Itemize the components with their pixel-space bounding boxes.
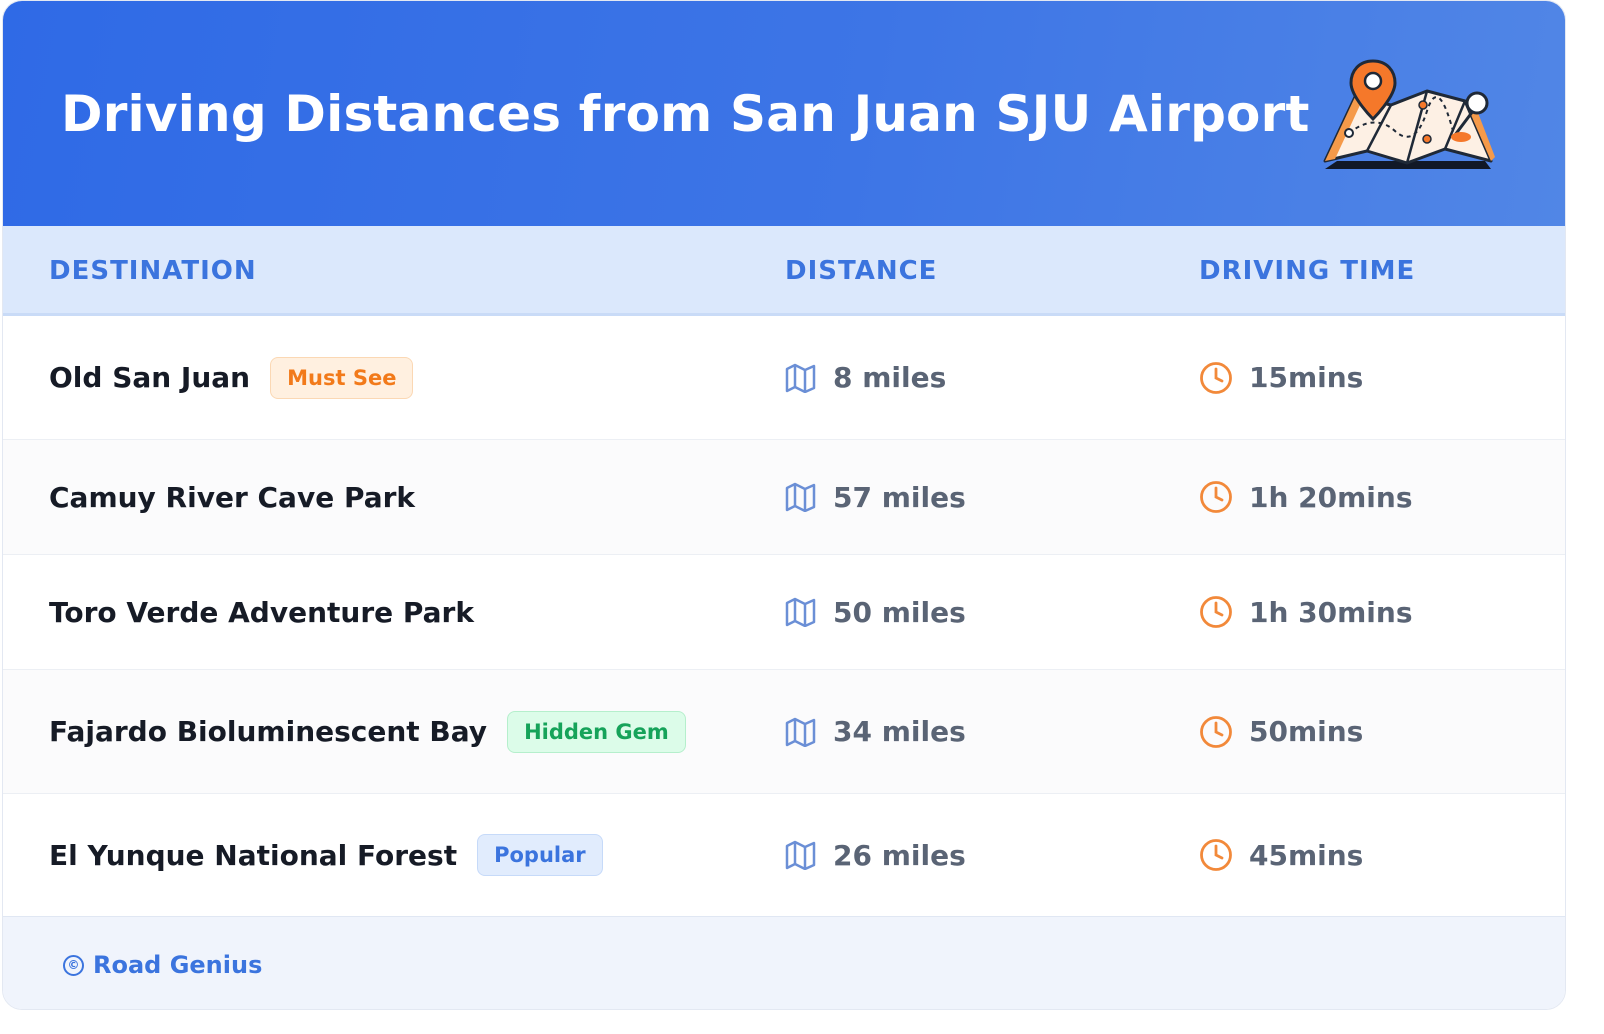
distance-cell: 8 miles [785, 316, 946, 439]
distance-value: 50 miles [833, 595, 966, 629]
map-pin-illustration-icon [1323, 59, 1495, 169]
destination-cell: Old San Juan Must See [49, 316, 414, 439]
time-cell: 15mins [1199, 316, 1363, 439]
clock-icon [1200, 596, 1232, 628]
header-banner: Driving Distances from San Juan SJU Airp… [3, 1, 1565, 226]
destination-name: Toro Verde Adventure Park [49, 595, 474, 629]
map-icon [785, 482, 816, 512]
distance-value: 8 miles [833, 361, 947, 394]
distance-card: Driving Distances from San Juan SJU Airp… [2, 0, 1566, 1010]
destination-cell: Fajardo Bioluminescent Bay Hidden Gem [49, 670, 686, 793]
time-value: 15mins [1249, 361, 1364, 394]
distance-value: 57 miles [833, 480, 966, 514]
destination-name: El Yunque National Forest [49, 838, 458, 872]
time-cell: 1h 30mins [1199, 555, 1413, 669]
table-row: Old San Juan Must See 8 miles 15mins [3, 316, 1565, 440]
brand-name: Road Genius [93, 951, 263, 979]
distance-cell: 57 miles [785, 440, 966, 554]
clock-icon [1200, 839, 1232, 871]
copyright-icon: © [63, 954, 84, 976]
map-icon [785, 717, 816, 747]
map-icon [785, 363, 816, 393]
time-value: 50mins [1249, 715, 1364, 748]
destination-name: Fajardo Bioluminescent Bay [49, 715, 488, 748]
table-header: DESTINATION DISTANCE DRIVING TIME [3, 226, 1565, 316]
page-title: Driving Distances from San Juan SJU Airp… [61, 85, 1310, 143]
time-cell: 1h 20mins [1199, 440, 1413, 554]
popular-badge: Popular [477, 834, 603, 876]
destination-cell: El Yunque National Forest Popular [49, 794, 603, 916]
footer: © Road Genius [3, 916, 1565, 1009]
time-cell: 50mins [1199, 670, 1363, 793]
destination-cell: Camuy River Cave Park [49, 440, 415, 554]
distance-value: 34 miles [833, 715, 966, 748]
must-see-badge: Must See [270, 356, 414, 399]
distance-cell: 26 miles [785, 794, 966, 916]
time-value: 1h 30mins [1249, 595, 1413, 629]
clock-icon [1200, 481, 1232, 513]
clock-icon [1200, 361, 1232, 394]
table-row: Toro Verde Adventure Park 50 miles 1h 30… [3, 555, 1565, 670]
table-row: Camuy River Cave Park 57 miles 1h 20mins [3, 440, 1565, 555]
time-value: 45mins [1249, 838, 1364, 872]
column-header-distance: DISTANCE [785, 256, 938, 286]
time-cell: 45mins [1199, 794, 1363, 916]
distance-cell: 50 miles [785, 555, 966, 669]
time-value: 1h 20mins [1249, 480, 1413, 514]
clock-icon [1200, 715, 1232, 748]
hidden-gem-badge: Hidden Gem [507, 710, 686, 753]
destination-name: Old San Juan [49, 361, 251, 394]
distance-cell: 34 miles [785, 670, 966, 793]
column-header-destination: DESTINATION [49, 256, 257, 286]
table-row: Fajardo Bioluminescent Bay Hidden Gem 34… [3, 670, 1565, 794]
destination-name: Camuy River Cave Park [49, 480, 416, 514]
distance-value: 26 miles [833, 838, 966, 872]
map-icon [785, 840, 816, 870]
destination-cell: Toro Verde Adventure Park [49, 555, 474, 669]
column-header-driving-time: DRIVING TIME [1199, 256, 1416, 286]
table-row: El Yunque National Forest Popular 26 mil… [3, 794, 1565, 916]
map-icon [785, 597, 816, 627]
footer-credit[interactable]: © Road Genius [63, 951, 262, 979]
